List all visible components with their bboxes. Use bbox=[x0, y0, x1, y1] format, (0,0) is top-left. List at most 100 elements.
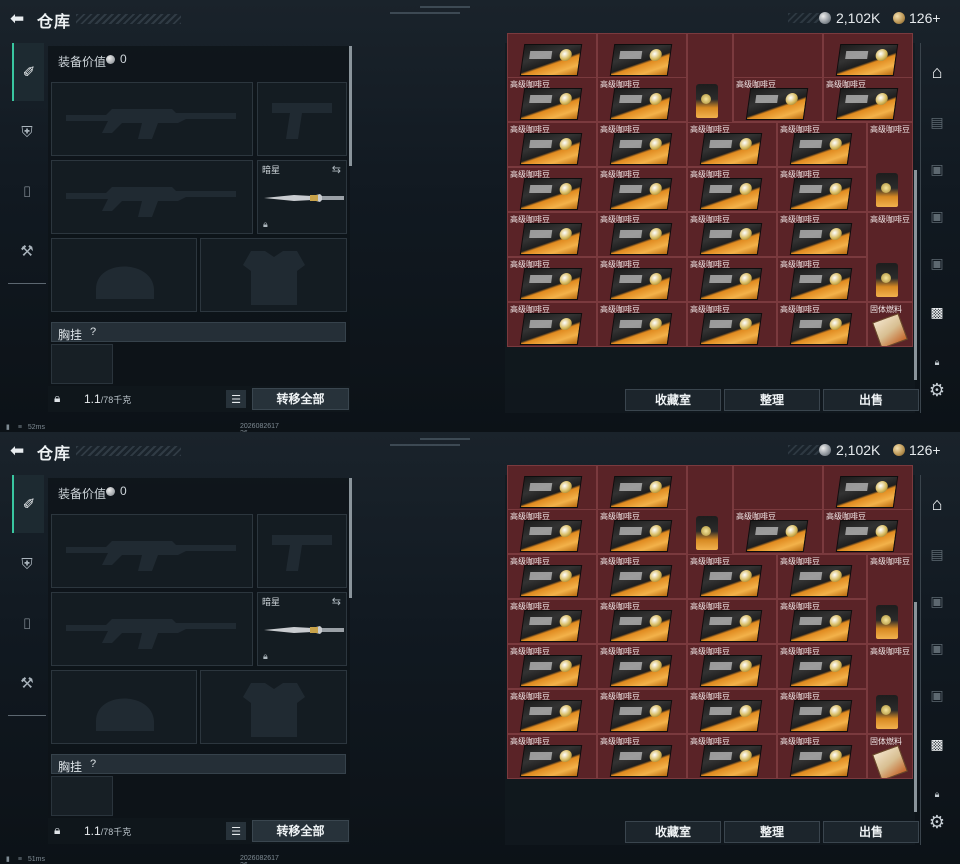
chest-rig-slot[interactable] bbox=[51, 776, 113, 816]
equipment-scrollbar[interactable] bbox=[349, 478, 352, 598]
coffee-beans-item[interactable]: 高级咖啡豆 bbox=[687, 734, 777, 779]
transfer-all-button[interactable]: 转移全部 bbox=[252, 388, 349, 410]
help-icon[interactable]: ? bbox=[90, 326, 96, 338]
primary-weapon-slot-2[interactable] bbox=[51, 160, 253, 234]
tv-storage-icon[interactable]: ▣ bbox=[924, 588, 950, 614]
armor-tab-icon[interactable]: ⛨ bbox=[12, 117, 42, 147]
backpack-tab-icon[interactable]: ⌷ bbox=[12, 177, 42, 207]
coffee-beans-item[interactable]: 高级咖啡豆 bbox=[733, 77, 823, 122]
coffee-bag-item[interactable]: 高级咖啡豆 bbox=[867, 644, 913, 734]
back-arrow-icon[interactable]: ⬅ bbox=[10, 442, 28, 460]
coffee-beans-item[interactable]: 高级咖啡豆 bbox=[507, 257, 597, 302]
collection-room-button[interactable]: 收藏室 bbox=[625, 821, 721, 843]
toolbox-tab-icon[interactable]: ⚒ bbox=[12, 236, 42, 266]
coffee-beans-item[interactable]: 高级咖啡豆 bbox=[507, 167, 597, 212]
gold-balance[interactable]: 126+ bbox=[909, 10, 941, 26]
toolbox-tab-icon[interactable]: ⚒ bbox=[12, 668, 42, 698]
coffee-beans-item[interactable]: 高级咖啡豆 bbox=[597, 33, 687, 78]
coffee-beans-item[interactable]: 高级咖啡豆 bbox=[507, 644, 597, 689]
coffee-beans-item[interactable]: 高级咖啡豆 bbox=[597, 302, 687, 347]
storage-icon[interactable]: ▤ bbox=[924, 109, 950, 135]
storage-icon[interactable]: ▤ bbox=[924, 541, 950, 567]
coffee-beans-item[interactable]: 高级咖啡豆 bbox=[597, 212, 687, 257]
sell-button[interactable]: 出售 bbox=[823, 821, 919, 843]
sort-button[interactable]: 整理 bbox=[724, 821, 820, 843]
backpack-tab-icon[interactable]: ⌷ bbox=[12, 609, 42, 639]
coffee-beans-item[interactable]: 高级咖啡豆 bbox=[507, 689, 597, 734]
coffee-bag-item[interactable]: 高级咖啡豆 bbox=[867, 554, 913, 644]
armor-tab-icon[interactable]: ⛨ bbox=[12, 549, 42, 579]
safe-icon[interactable]: ▩ bbox=[924, 299, 950, 325]
lock-icon[interactable]: 🔒︎ bbox=[54, 823, 60, 838]
tv-storage-icon[interactable]: ▣ bbox=[924, 156, 950, 182]
weapon-tab-icon[interactable]: ✐ bbox=[12, 475, 44, 533]
melee-weapon-slot[interactable]: 暗星 ⇆ 🔒︎ bbox=[257, 592, 347, 666]
coffee-beans-item[interactable]: 高级咖啡豆 bbox=[507, 599, 597, 644]
coffee-beans-item[interactable]: 高级咖啡豆 bbox=[597, 554, 687, 599]
coffee-beans-item[interactable]: 高级咖啡豆 bbox=[687, 122, 777, 167]
equipment-scrollbar[interactable] bbox=[349, 46, 352, 166]
gold-balance[interactable]: 126+ bbox=[909, 442, 941, 458]
gear-icon[interactable]: ⚙ bbox=[924, 809, 950, 835]
vault-icon[interactable]: ⌂ bbox=[924, 59, 950, 85]
swap-icon[interactable]: ⇆ bbox=[332, 595, 341, 608]
warehouse-scrollbar[interactable] bbox=[914, 602, 917, 812]
coffee-beans-item[interactable]: 高级咖啡豆 bbox=[733, 509, 823, 554]
coffee-beans-item[interactable]: 高级咖啡豆 bbox=[823, 465, 913, 510]
vault-icon[interactable]: ⌂ bbox=[924, 491, 950, 517]
secondary-weapon-slot[interactable] bbox=[257, 514, 347, 588]
coffee-bag-item[interactable]: 高级咖啡豆 bbox=[867, 212, 913, 302]
coffee-beans-item[interactable]: 高级咖啡豆 bbox=[597, 689, 687, 734]
primary-weapon-slot[interactable] bbox=[51, 82, 253, 156]
solid-fuel-item[interactable]: 固体燃料 bbox=[867, 302, 913, 347]
secondary-weapon-slot[interactable] bbox=[257, 82, 347, 156]
coffee-beans-item[interactable]: 高级咖啡豆 bbox=[777, 212, 867, 257]
coffee-beans-item[interactable]: 高级咖啡豆 bbox=[823, 77, 913, 122]
list-view-icon[interactable]: ☰ bbox=[226, 390, 246, 408]
coffee-beans-item[interactable]: 高级咖啡豆 bbox=[777, 257, 867, 302]
coffee-beans-item[interactable]: 高级咖啡豆 bbox=[687, 212, 777, 257]
coffee-beans-item[interactable]: 高级咖啡豆 bbox=[597, 77, 687, 122]
coffee-beans-item[interactable]: 高级咖啡豆 bbox=[507, 509, 597, 554]
coffee-beans-item[interactable]: 高级咖啡豆 bbox=[687, 167, 777, 212]
coffee-beans-item[interactable]: 高级咖啡豆 bbox=[507, 465, 597, 510]
coffee-beans-item[interactable]: 高级咖啡豆 bbox=[777, 689, 867, 734]
tv-storage-icon[interactable]: ▣ bbox=[924, 682, 950, 708]
coffee-beans-item[interactable]: 高级咖啡豆 bbox=[777, 554, 867, 599]
coffee-bag-item[interactable]: 高级咖啡豆 bbox=[867, 122, 913, 212]
swap-icon[interactable]: ⇆ bbox=[332, 163, 341, 176]
coffee-beans-item[interactable]: 高级咖啡豆 bbox=[777, 734, 867, 779]
weapon-tab-icon[interactable]: ✐ bbox=[12, 43, 44, 101]
coffee-bag-item[interactable]: 高级咖啡豆 bbox=[687, 465, 733, 555]
coffee-beans-item[interactable]: 高级咖啡豆 bbox=[597, 167, 687, 212]
coffee-beans-item[interactable]: 高级咖啡豆 bbox=[687, 302, 777, 347]
help-icon[interactable]: ? bbox=[90, 758, 96, 770]
primary-weapon-slot-2[interactable] bbox=[51, 592, 253, 666]
coffee-beans-item[interactable]: 高级咖啡豆 bbox=[823, 509, 913, 554]
coffee-beans-item[interactable]: 高级咖啡豆 bbox=[687, 644, 777, 689]
solid-fuel-item[interactable]: 固体燃料 bbox=[867, 734, 913, 779]
helmet-slot[interactable] bbox=[51, 238, 197, 312]
coffee-beans-item[interactable]: 高级咖啡豆 bbox=[823, 33, 913, 78]
coffee-beans-item[interactable]: 高级咖啡豆 bbox=[597, 734, 687, 779]
gear-icon[interactable]: ⚙ bbox=[924, 377, 950, 403]
coffee-beans-item[interactable]: 高级咖啡豆 bbox=[597, 257, 687, 302]
coffee-beans-item[interactable]: 高级咖啡豆 bbox=[777, 644, 867, 689]
body-armor-slot[interactable] bbox=[200, 238, 347, 312]
coffee-beans-item[interactable]: 高级咖啡豆 bbox=[687, 257, 777, 302]
collection-room-button[interactable]: 收藏室 bbox=[625, 389, 721, 411]
coffee-beans-item[interactable]: 高级咖啡豆 bbox=[597, 644, 687, 689]
coffee-beans-item[interactable]: 高级咖啡豆 bbox=[597, 465, 687, 510]
back-arrow-icon[interactable]: ⬅ bbox=[10, 10, 28, 28]
coffee-beans-item[interactable]: 高级咖啡豆 bbox=[777, 167, 867, 212]
coffee-beans-item[interactable]: 高级咖啡豆 bbox=[597, 509, 687, 554]
coffee-beans-item[interactable]: 高级咖啡豆 bbox=[507, 734, 597, 779]
sell-button[interactable]: 出售 bbox=[823, 389, 919, 411]
primary-weapon-slot[interactable] bbox=[51, 514, 253, 588]
coffee-beans-item[interactable]: 高级咖啡豆 bbox=[507, 122, 597, 167]
lock-icon[interactable]: 🔒︎ bbox=[54, 391, 60, 406]
coffee-beans-item[interactable]: 高级咖啡豆 bbox=[597, 122, 687, 167]
coffee-beans-item[interactable]: 高级咖啡豆 bbox=[777, 302, 867, 347]
body-armor-slot[interactable] bbox=[200, 670, 347, 744]
coffee-beans-item[interactable]: 高级咖啡豆 bbox=[597, 599, 687, 644]
